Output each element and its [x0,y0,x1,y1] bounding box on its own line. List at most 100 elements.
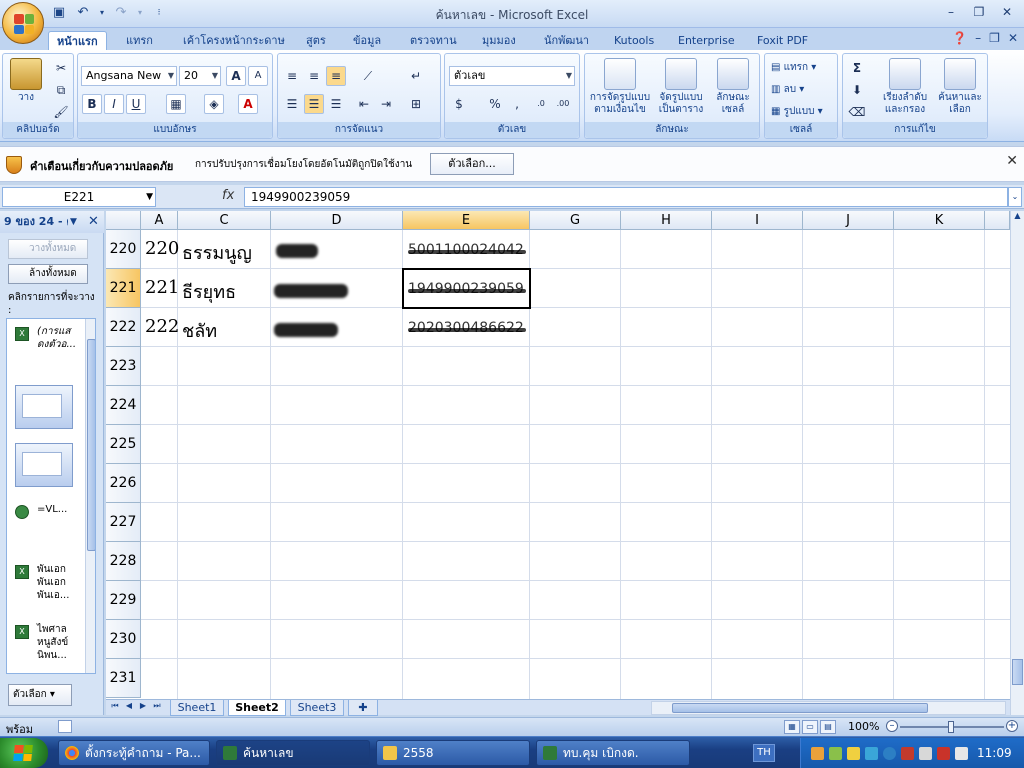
macro-record-icon[interactable] [58,720,72,733]
font-color-icon[interactable]: A [238,94,258,114]
tab-data[interactable]: ข้อมูล [345,31,389,50]
cell-e220[interactable]: 5001100024042 [408,242,526,258]
paste-button[interactable]: วาง [9,58,43,104]
column-header[interactable]: H [621,211,712,230]
delete-cells-button[interactable]: ▥ ลบ ▾ [771,82,804,97]
row-header[interactable]: 225 [106,425,141,464]
increase-decimal-icon[interactable]: .0 [531,94,551,114]
list-item[interactable]: X (การแสดงตัวอ... [9,325,81,369]
tray-app-icon[interactable] [901,747,914,760]
align-left-icon[interactable]: ☰ [282,94,302,114]
close-icon[interactable]: ✕ [994,4,1020,22]
page-layout-view-icon[interactable]: ▭ [802,720,818,734]
autosum-icon[interactable]: Σ [847,58,867,78]
scrollbar-thumb[interactable] [87,339,95,551]
security-options-button[interactable]: ตัวเลือก... [430,153,514,175]
office-button[interactable] [2,2,44,44]
paste-all-button[interactable]: วางทั้งหมด [8,239,88,259]
column-header[interactable]: I [712,211,803,230]
row-header[interactable]: 223 [106,347,141,386]
insert-sheet-icon[interactable]: ✚ [348,700,378,716]
vertical-scrollbar[interactable]: ▲ [1010,211,1024,715]
borders-icon[interactable]: ▦ [166,94,186,114]
tab-foxit-pdf[interactable]: Foxit PDF [749,31,816,50]
volume-icon[interactable] [955,747,968,760]
select-all-corner[interactable] [106,211,141,230]
start-button[interactable] [0,738,48,768]
decrease-decimal-icon[interactable]: .00 [553,94,573,114]
cell-a221[interactable]: 221 [145,277,179,298]
scrollbar-thumb[interactable] [1012,659,1023,685]
zoom-level[interactable]: 100% [848,720,879,733]
sheet-tab-sheet3[interactable]: Sheet3 [290,700,344,716]
column-header[interactable]: K [894,211,985,230]
zoom-slider[interactable]: – + [886,720,1018,733]
cut-icon[interactable]: ✂ [51,58,71,78]
row-header[interactable]: 229 [106,581,141,620]
name-box[interactable]: E221 ▼ [2,187,156,207]
comma-button[interactable]: , [507,94,527,114]
zoom-knob[interactable] [948,721,954,733]
cell-a222[interactable]: 222 [145,316,179,337]
merge-center-icon[interactable]: ⊞ [406,94,426,114]
copy-icon[interactable]: ⧉ [51,80,71,100]
last-sheet-icon[interactable]: ⏭ [152,701,162,711]
expand-formula-bar-icon[interactable]: ⌄ [1008,187,1022,207]
zoom-in-icon[interactable]: + [1006,720,1018,732]
list-item[interactable]: X พันเอก พันเอก พันเอ... [9,563,81,613]
clock[interactable]: 11:09 [977,746,1012,760]
minimize-icon[interactable]: – [938,4,964,22]
task-pane-options-button[interactable]: ตัวเลือก ▾ [8,684,72,706]
taskbar-item-excel-2[interactable]: ทบ.คุม เบิกงด. [536,740,690,766]
column-header[interactable]: D [271,211,403,230]
row-header[interactable]: 222 [106,308,141,347]
prev-sheet-icon[interactable]: ◀ [124,701,134,710]
scrollbar-thumb[interactable] [672,703,928,713]
tray-app-icon[interactable] [919,747,932,760]
restore-icon[interactable]: ❐ [966,4,992,22]
fill-icon[interactable]: ⬇ [847,80,867,100]
fill-color-icon[interactable]: ◈ [204,94,224,114]
close-icon[interactable]: ✕ [1006,153,1018,169]
cell-e222[interactable]: 2020300486622 [408,320,526,336]
list-item[interactable]: X ไพศาล หนูสังข์ นิพน... [9,623,81,673]
clipboard-thumbnail[interactable] [15,385,73,429]
tab-review[interactable]: ตรวจทาน [402,31,465,50]
column-header[interactable]: J [803,211,894,230]
column-header[interactable]: A [141,211,178,230]
format-as-table-button[interactable]: จัดรูปแบบ เป็นตาราง [655,58,707,116]
chevron-down-icon[interactable]: ▼ [70,211,77,233]
workbook-close-icon[interactable]: ✕ [1008,31,1018,45]
column-header-selected[interactable]: E [403,211,530,230]
tray-app-icon[interactable] [883,747,896,760]
orientation-icon[interactable]: ⟋ [358,66,378,86]
task-pane-scrollbar[interactable] [85,319,95,673]
cell-c221[interactable]: ธีรยุทธ [182,277,236,306]
worksheet-grid[interactable]: A C D E G H I J K 220 221 222 223 224 22… [106,211,1010,699]
tab-home[interactable]: หน้าแรก [48,31,107,50]
active-cell-border[interactable] [402,268,531,309]
tray-app-icon[interactable] [937,747,950,760]
list-item[interactable]: =VL... [9,503,81,543]
wrap-text-icon[interactable]: ↵ [406,66,426,86]
row-header-selected[interactable]: 221 [106,269,141,308]
language-indicator[interactable]: TH [753,744,775,762]
grow-font-icon[interactable]: A [226,66,246,86]
help-icon[interactable]: ❓ [952,31,967,45]
italic-button[interactable]: I [104,94,124,114]
increase-indent-icon[interactable]: ⇥ [376,94,396,114]
tab-formulas[interactable]: สูตร [298,31,334,50]
page-break-view-icon[interactable]: ▤ [820,720,836,734]
close-icon[interactable]: ✕ [88,211,99,233]
tab-insert[interactable]: แทรก [118,31,161,50]
number-format-combo[interactable]: ตัวเลข ▼ [449,66,575,86]
column-header[interactable] [985,211,1010,230]
ribbon-minimize-icon[interactable]: – [975,31,981,45]
align-middle-icon[interactable]: ≡ [304,66,324,86]
align-top-icon[interactable]: ≡ [282,66,302,86]
column-header[interactable]: C [178,211,271,230]
zoom-out-icon[interactable]: – [886,720,898,732]
underline-button[interactable]: U [126,94,146,114]
formula-input[interactable]: 1949900239059 [244,187,1008,207]
tab-enterprise[interactable]: Enterprise [670,31,743,50]
